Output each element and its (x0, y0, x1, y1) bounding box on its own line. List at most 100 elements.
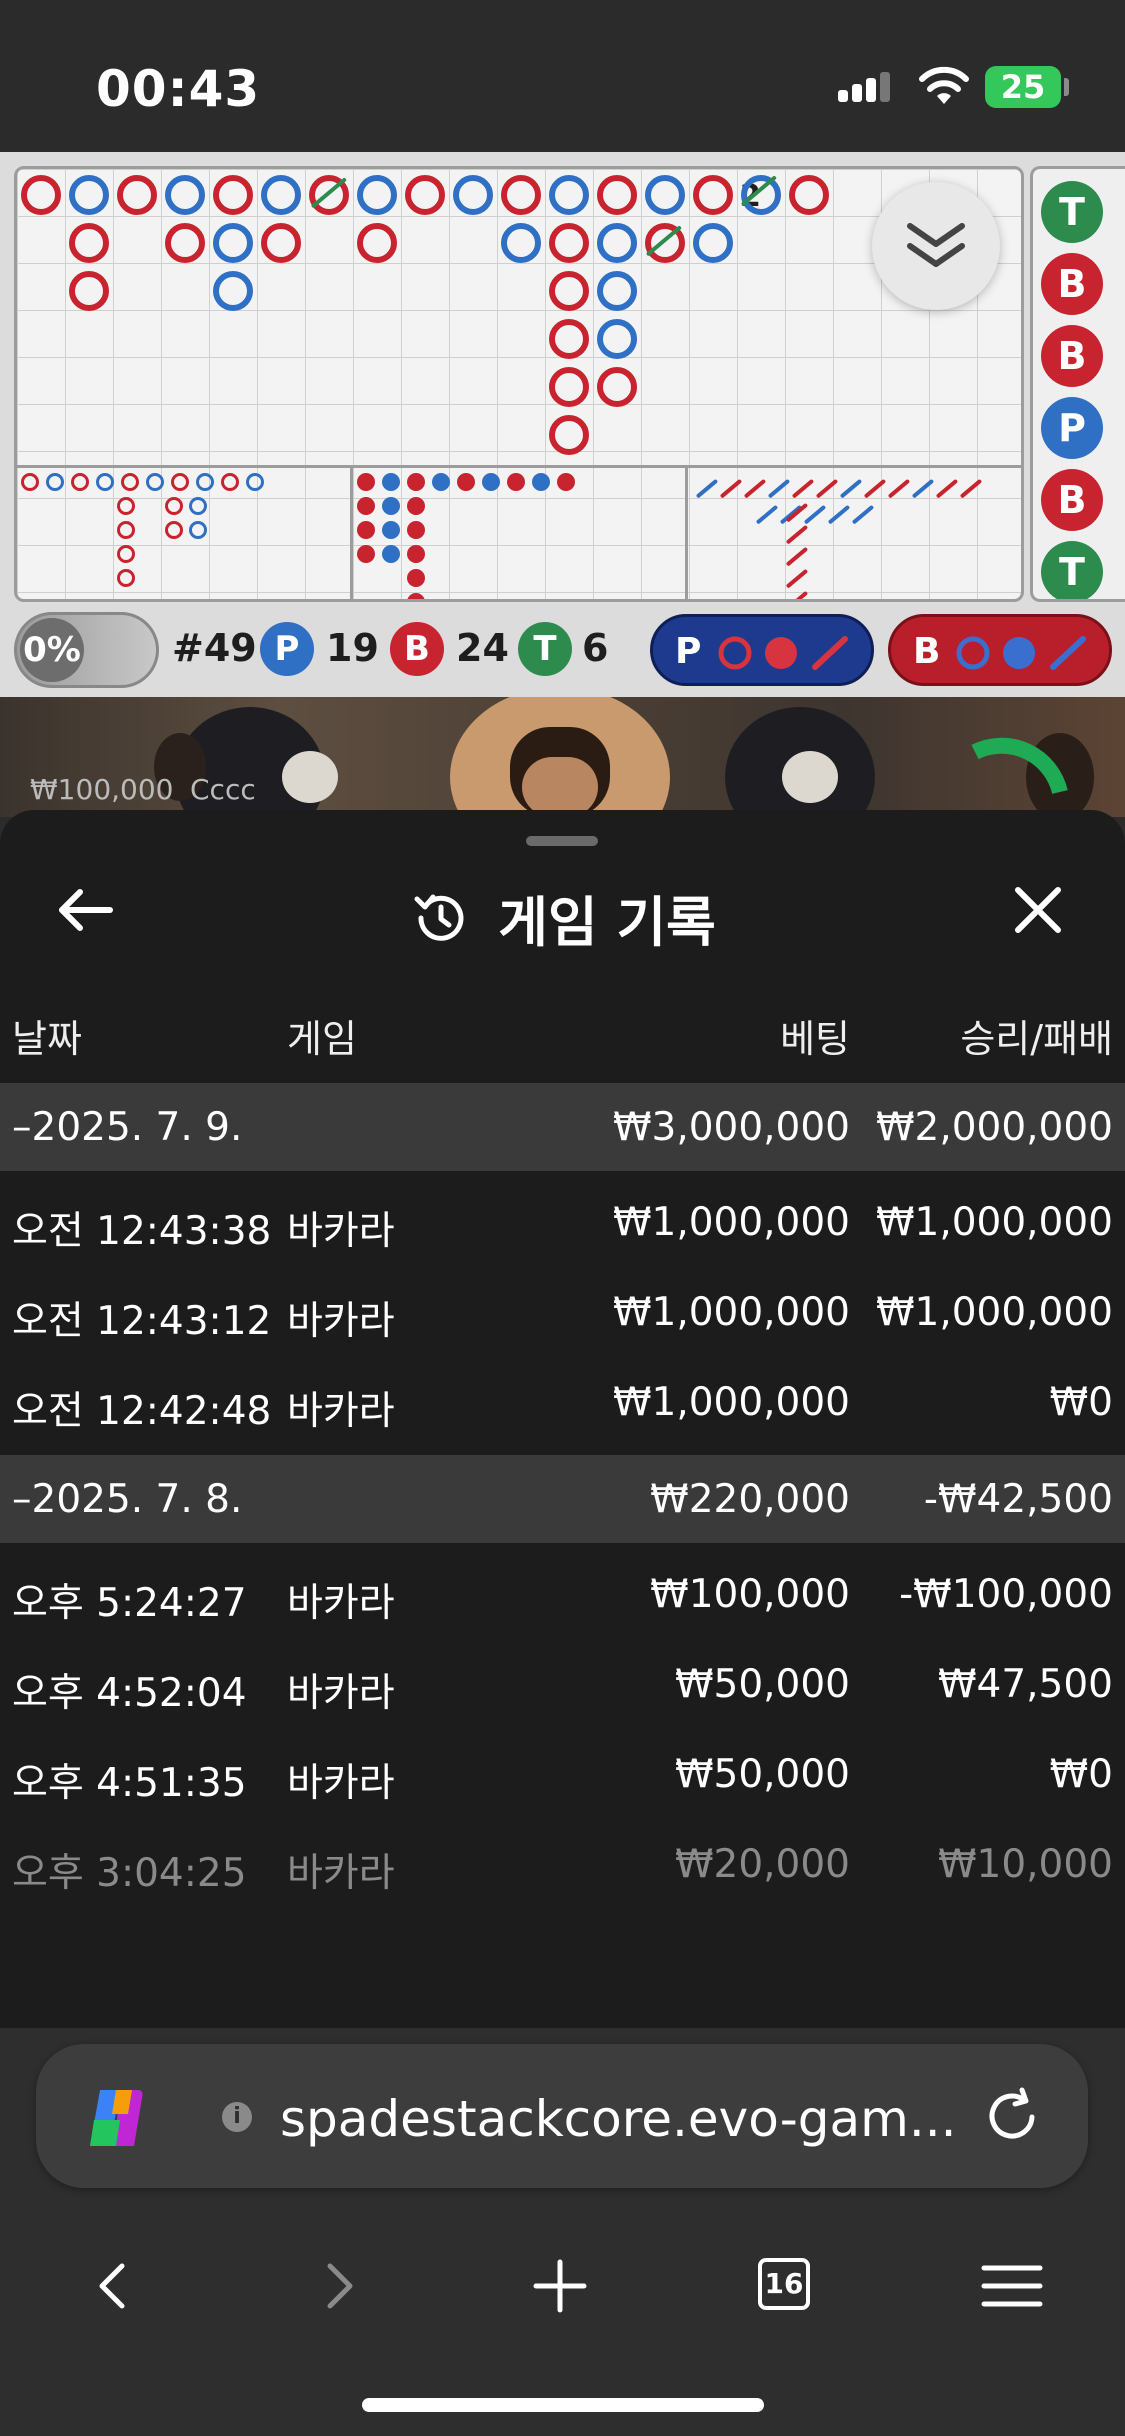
road-marker (407, 473, 425, 491)
drag-handle[interactable] (526, 836, 598, 846)
row-bet: ₩1,000,000 (612, 1290, 850, 1335)
video-balance: ₩100,000 (30, 773, 174, 806)
status-bar: 00:43 25 (0, 0, 1125, 152)
win-percent-pill: 0% (14, 612, 159, 688)
banker-predict-button[interactable]: B (888, 614, 1112, 686)
bead-road-board: T B B P B T (1030, 166, 1125, 602)
home-indicator[interactable] (362, 2398, 764, 2412)
row-result: ₩10,000 (937, 1842, 1113, 1887)
group-bet-total: ₩220,000 (650, 1477, 850, 1522)
close-icon (1015, 887, 1061, 933)
site-info-icon[interactable]: i (222, 2102, 252, 2132)
panel-header: 게임 기록 (0, 878, 1125, 957)
player-count: 19 (326, 626, 379, 670)
row-result: -₩100,000 (899, 1572, 1113, 1617)
road-marker (261, 223, 301, 263)
expand-roads-button[interactable] (872, 182, 1000, 310)
live-dealer-video[interactable]: ₩100,000 Cccc (0, 697, 1125, 817)
group-result-total: -₩42,500 (923, 1477, 1113, 1522)
road-marker (785, 568, 809, 589)
road-marker (597, 175, 637, 215)
column-header-date[interactable]: 날짜 (12, 1008, 82, 1063)
win-percent: 0% (20, 618, 84, 682)
road-marker (357, 545, 375, 563)
road-marker (21, 473, 39, 491)
road-marker (453, 175, 493, 215)
bead-dot: B (1041, 253, 1103, 315)
road-marker (501, 223, 541, 263)
browser-toolbar: i spadestackcore.evo-gam... 16 (0, 2028, 1125, 2436)
road-marker (863, 478, 887, 499)
road-marker (959, 478, 983, 499)
menu-icon[interactable] (980, 2256, 1044, 2316)
row-bet: ₩50,000 (674, 1662, 850, 1707)
road-marker (549, 223, 589, 263)
column-header-game[interactable]: 게임 (287, 1008, 357, 1063)
road-marker (69, 223, 109, 263)
table-row[interactable]: 오전 12:43:38 바카라 ₩1,000,000 ₩1,000,000 (0, 1178, 1125, 1268)
battery-icon: 25 (985, 66, 1061, 108)
row-game: 바카라 (287, 1209, 395, 1254)
bead-dot: P (1041, 397, 1103, 459)
road-marker (171, 473, 189, 491)
address-bar[interactable]: i spadestackcore.evo-gam... (36, 2044, 1088, 2188)
road-marker (785, 546, 809, 567)
tabs-count-button[interactable]: 16 (758, 2258, 810, 2310)
group-date: –2025. 7. 9. (12, 1105, 243, 1150)
scroll-fade (0, 1910, 1125, 2028)
tie-count: 6 (582, 626, 609, 670)
road-marker (96, 473, 114, 491)
column-header-bet[interactable]: 베팅 (780, 1008, 850, 1063)
row-time: 오전 12:43:12 (12, 1299, 272, 1344)
road-marker (532, 473, 550, 491)
row-time: 오전 12:42:48 (12, 1389, 272, 1434)
road-marker (597, 367, 637, 407)
road-marker (382, 545, 400, 563)
table-row[interactable]: 오후 5:24:27 바카라 ₩100,000 -₩100,000 (0, 1550, 1125, 1640)
row-time: 오후 5:24:27 (12, 1581, 247, 1626)
group-bet-total: ₩3,000,000 (612, 1105, 850, 1150)
new-tab-icon[interactable] (530, 2256, 590, 2316)
road-marker (261, 175, 301, 215)
cellular-signal-icon (838, 72, 890, 102)
back-nav-icon[interactable] (84, 2256, 144, 2316)
row-bet: ₩1,000,000 (612, 1200, 850, 1245)
table-row[interactable]: 오후 4:51:35 바카라 ₩50,000 ₩0 (0, 1730, 1125, 1820)
column-header-result[interactable]: 승리/패배 (960, 1008, 1113, 1063)
date-group-row[interactable]: –2025. 7. 8. ₩220,000 -₩42,500 (0, 1455, 1125, 1543)
copilot-icon[interactable] (80, 2086, 150, 2150)
url-text[interactable]: spadestackcore.evo-gam... (280, 2090, 957, 2148)
road-marker (645, 175, 685, 215)
close-button[interactable] (998, 870, 1078, 950)
road-marker (69, 175, 109, 215)
row-bet: ₩100,000 (650, 1572, 850, 1617)
row-time: 오후 4:51:35 (12, 1761, 247, 1806)
player-predict-button[interactable]: P (650, 614, 874, 686)
road-marker (117, 175, 157, 215)
date-group-row[interactable]: –2025. 7. 9. ₩3,000,000 ₩2,000,000 (0, 1083, 1125, 1171)
scoreboard-stats: 0% #49 P 19 B 24 T 6 P B (0, 604, 1125, 694)
status-time: 00:43 (96, 60, 261, 118)
table-row[interactable]: 오후 3:04:25 바카라 ₩20,000 ₩10,000 (0, 1820, 1125, 1910)
road-marker (803, 504, 827, 525)
road-marker (407, 569, 425, 587)
scoreboard: 2 T B B P B T 0% #49 P 19 B 24 T 6 P (0, 152, 1125, 697)
road-marker (117, 497, 135, 515)
road-marker (69, 271, 109, 311)
player-badge: P (260, 622, 314, 676)
tie-badge: T (518, 622, 572, 676)
forward-nav-icon[interactable] (308, 2256, 368, 2316)
row-result: ₩1,000,000 (875, 1290, 1113, 1335)
predict-markers-icon (956, 636, 1086, 670)
road-marker (196, 473, 214, 491)
road-marker (117, 545, 135, 563)
reload-icon[interactable] (980, 2084, 1046, 2150)
road-marker (46, 473, 64, 491)
table-row[interactable]: 오전 12:42:48 바카라 ₩1,000,000 ₩0 (0, 1358, 1125, 1448)
predict-markers-icon (718, 636, 848, 670)
road-marker (357, 497, 375, 515)
road-marker (755, 504, 779, 525)
road-marker (213, 175, 253, 215)
table-row[interactable]: 오전 12:43:12 바카라 ₩1,000,000 ₩1,000,000 (0, 1268, 1125, 1358)
table-row[interactable]: 오후 4:52:04 바카라 ₩50,000 ₩47,500 (0, 1640, 1125, 1730)
